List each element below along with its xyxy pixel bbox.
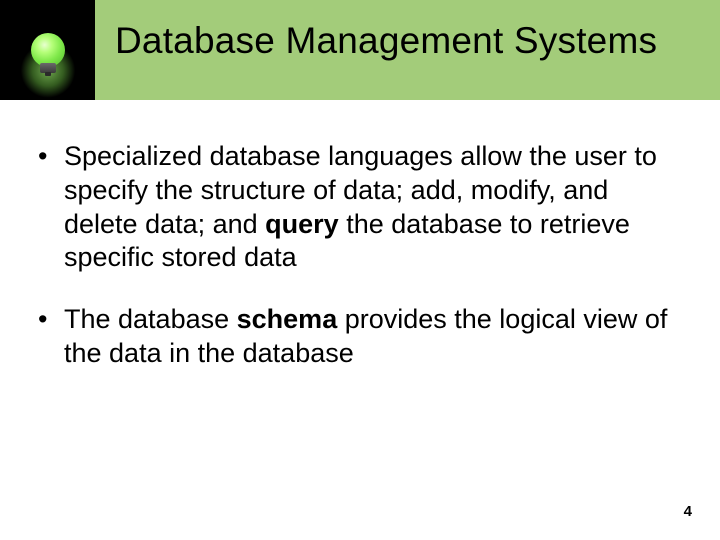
lightbulb-icon (23, 15, 73, 85)
bullet-text: The database (64, 304, 237, 334)
bullet-text: schema (237, 304, 338, 334)
bullet-item: The database schema provides the logical… (34, 303, 680, 371)
page-number: 4 (684, 503, 692, 520)
logo-box (0, 0, 95, 100)
bullet-list: Specialized database languages allow the… (34, 140, 680, 371)
bullet-item: Specialized database languages allow the… (34, 140, 680, 275)
slide-body: Specialized database languages allow the… (34, 140, 680, 399)
slide-header: Database Management Systems (0, 0, 720, 100)
slide-title: Database Management Systems (115, 20, 708, 62)
bullet-text: query (265, 209, 339, 239)
